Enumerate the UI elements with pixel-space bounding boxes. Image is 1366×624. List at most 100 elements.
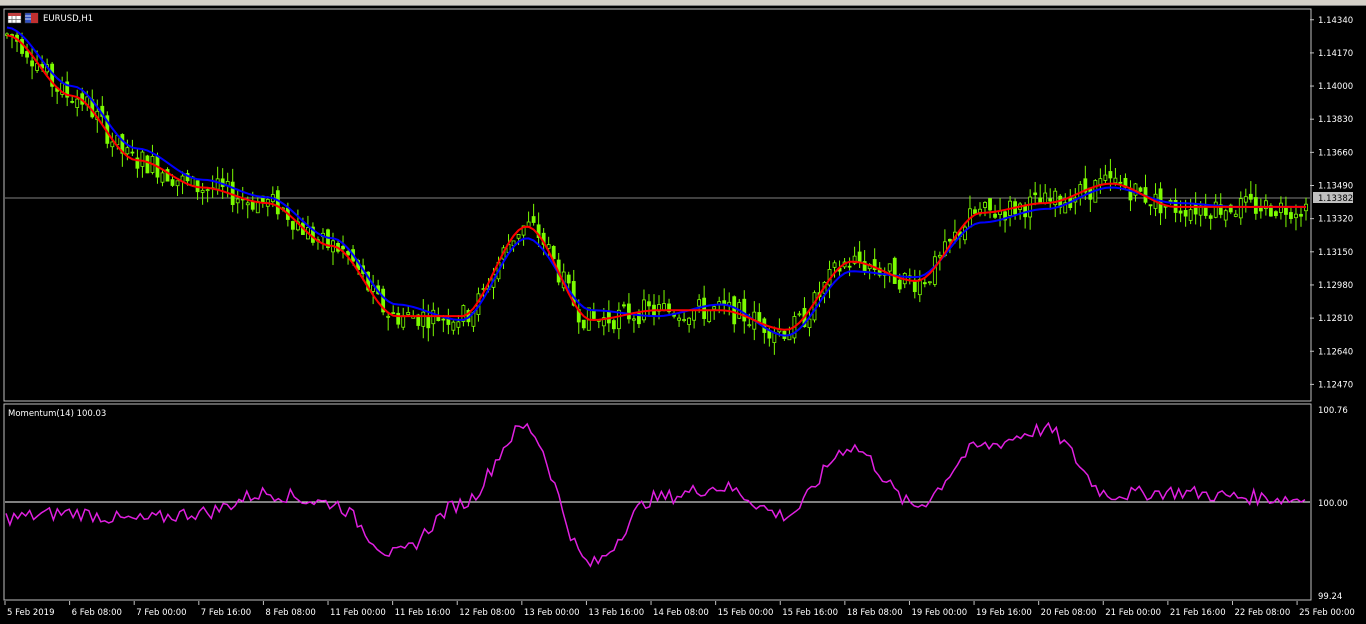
candle-body — [812, 292, 817, 321]
candle-body — [1048, 198, 1053, 202]
candle-body — [857, 251, 862, 263]
candle-body — [441, 318, 446, 321]
candle-body — [707, 310, 712, 322]
candle-body — [566, 274, 571, 284]
candle-body — [832, 262, 837, 268]
candle-body — [702, 297, 707, 319]
time-tick-label: 8 Feb 08:00 — [265, 608, 315, 618]
candle-body — [1274, 211, 1278, 217]
candle-body — [1208, 215, 1213, 219]
candle-body — [973, 209, 977, 215]
candle-body — [1289, 212, 1293, 219]
candle-body — [687, 317, 692, 325]
candle-body — [1103, 174, 1108, 181]
candle-body — [1213, 201, 1218, 218]
candle-body — [807, 318, 812, 329]
candles-series — [5, 31, 1308, 355]
candle-body — [712, 306, 717, 310]
candle-body — [1028, 196, 1033, 218]
candle-body — [1233, 213, 1238, 217]
chart-grid-icon[interactable] — [7, 12, 22, 24]
candle-body — [1248, 193, 1253, 200]
candle-body — [1299, 213, 1303, 217]
candle-body — [1118, 181, 1123, 184]
candle-body — [983, 202, 987, 208]
candle-body — [30, 60, 34, 67]
time-tick-label: 19 Feb 16:00 — [976, 608, 1032, 618]
candle-body — [682, 319, 686, 321]
chart-window[interactable]: EURUSD,H1 1.14340 1.14170 1.14000 1.13830 1.… — [0, 0, 1366, 624]
time-tick-label: 15 Feb 00:00 — [718, 608, 774, 618]
indicator-tick-label: 100.76 — [1318, 406, 1348, 416]
candle-body — [451, 321, 456, 331]
candle-body — [426, 315, 431, 329]
candle-body — [797, 313, 802, 316]
candle-body — [692, 309, 697, 321]
time-tick-label: 13 Feb 16:00 — [588, 608, 644, 618]
time-tick-label: 13 Feb 00:00 — [524, 608, 580, 618]
price-tick-label: 1.14170 — [1318, 49, 1353, 59]
price-tick-label: 1.13660 — [1318, 148, 1353, 158]
momentum-line — [5, 421, 1306, 568]
candle-body — [531, 216, 536, 223]
price-tick-label: 1.14000 — [1318, 82, 1353, 92]
candle-body — [1284, 207, 1288, 215]
candle-body — [125, 147, 130, 155]
symbol-flag-icon[interactable] — [24, 12, 39, 24]
candle-body — [1223, 210, 1228, 221]
time-tick-label: 21 Feb 00:00 — [1105, 608, 1161, 618]
candle-body — [1178, 210, 1183, 214]
candle-body — [621, 304, 626, 307]
price-tick-label: 1.12810 — [1318, 314, 1353, 324]
price-tick-label: 1.14340 — [1318, 16, 1353, 26]
time-tick-label: 19 Feb 00:00 — [911, 608, 967, 618]
candle-body — [110, 141, 115, 148]
candle-body — [215, 178, 220, 190]
candle-body — [1238, 198, 1243, 219]
candle-body — [948, 238, 952, 242]
candle-body — [1183, 210, 1188, 217]
candle-body — [732, 296, 737, 325]
candle-body — [647, 301, 651, 307]
candle-body — [245, 202, 250, 206]
candle-body — [1078, 184, 1083, 198]
candle-body — [1033, 192, 1038, 196]
candle-body — [401, 315, 406, 328]
indicator-axis: 100.76 100.00 99.24 — [1318, 406, 1348, 602]
candle-body — [662, 303, 666, 311]
candle-body — [396, 312, 401, 325]
candle-body — [1253, 197, 1258, 214]
candle-body — [140, 151, 145, 167]
price-tick-label: 1.13320 — [1318, 215, 1353, 225]
candle-body — [927, 281, 932, 284]
chart-canvas[interactable]: EURUSD,H1 1.14340 1.14170 1.14000 1.13830 1.… — [0, 0, 1366, 624]
candle-body — [892, 257, 897, 284]
candle-body — [632, 318, 636, 321]
candle-body — [421, 311, 426, 327]
time-tick-label: 12 Feb 08:00 — [459, 608, 515, 618]
time-tick-label: 14 Feb 08:00 — [653, 608, 709, 618]
time-tick-label: 21 Feb 16:00 — [1170, 608, 1226, 618]
candle-body — [993, 213, 997, 218]
candle-body — [937, 254, 942, 258]
candle-body — [1294, 213, 1298, 219]
candle-body — [145, 155, 150, 174]
candle-body — [1243, 196, 1248, 203]
current-price-label: 1.13382 — [1318, 194, 1353, 204]
candle-body — [932, 256, 937, 285]
candle-body — [897, 279, 902, 290]
candle-body — [922, 282, 927, 285]
candle-body — [642, 299, 646, 321]
candle-body — [988, 198, 992, 211]
candle-body — [406, 311, 411, 316]
time-tick-label: 22 Feb 08:00 — [1234, 608, 1290, 618]
price-tick-label: 1.12470 — [1318, 380, 1353, 390]
candle-body — [456, 321, 461, 328]
candle-body — [697, 299, 702, 307]
time-tick-label: 5 Feb 2019 — [7, 608, 55, 618]
candle-body — [847, 265, 852, 268]
candle-body — [917, 279, 922, 296]
indicator-title: Momentum(14) 100.03 — [8, 409, 106, 419]
price-tick-label: 1.13150 — [1318, 248, 1353, 258]
time-tick-label: 25 Feb 00:00 — [1299, 608, 1355, 618]
